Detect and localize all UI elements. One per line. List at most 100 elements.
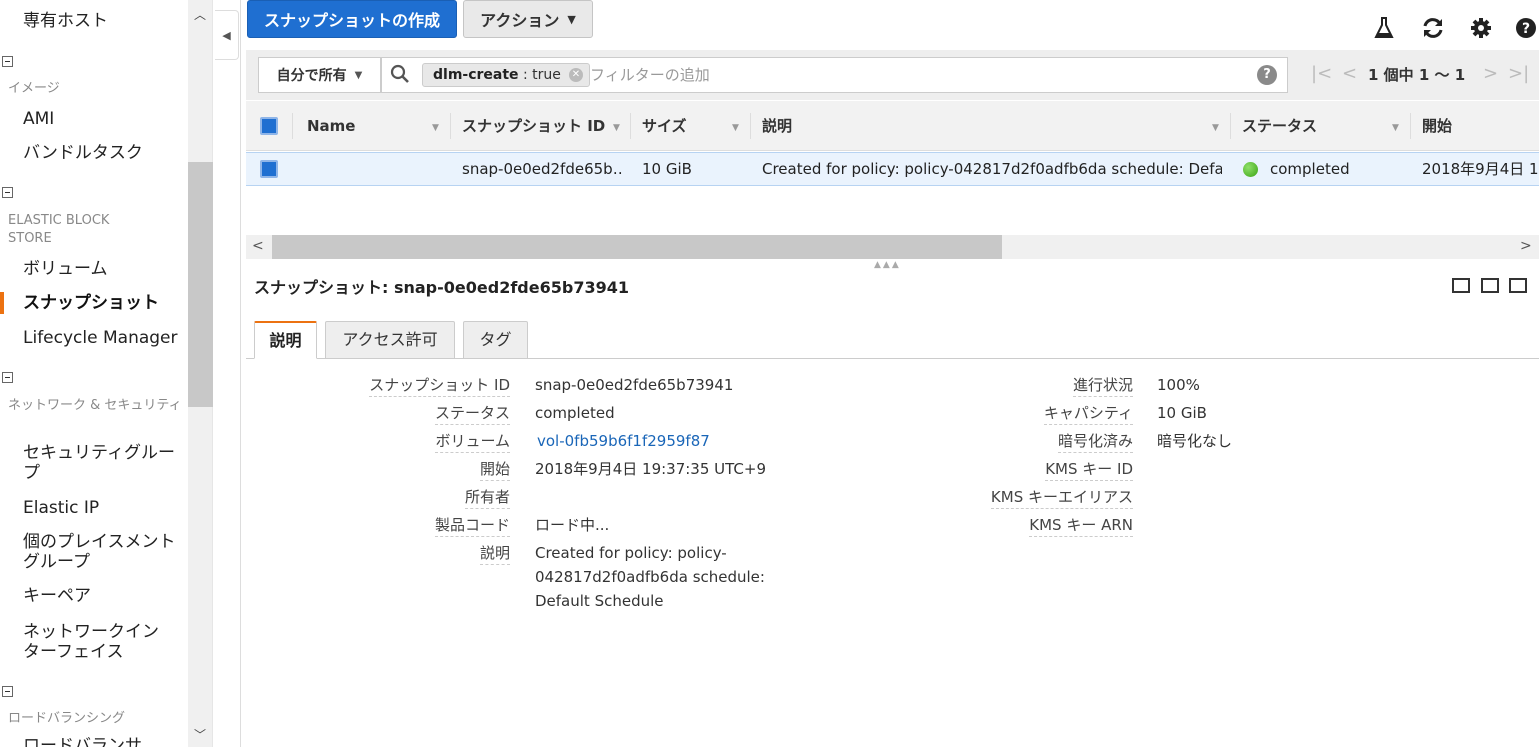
chevron-right-icon[interactable]: >: [1520, 238, 1532, 254]
cell-name: [307, 153, 447, 185]
collapse-icon[interactable]: [2, 187, 13, 198]
sidebar-item-security-groups[interactable]: セキュリティグループ: [23, 443, 183, 483]
sidebar: 専有ホスト イメージ AMI バンドルタスク ELASTIC BLOCK STO…: [0, 0, 188, 747]
column-started[interactable]: 開始: [1422, 101, 1452, 151]
sidebar-item-elastic-ip[interactable]: Elastic IP: [23, 498, 99, 518]
sidebar-section-images: イメージ: [8, 81, 60, 96]
value-started: 2018年9月4日 19:37:35 UTC+9: [535, 460, 767, 478]
sidebar-item-key-pairs[interactable]: キーペア: [23, 586, 91, 606]
flask-icon[interactable]: [1372, 16, 1396, 40]
column-name[interactable]: Name: [307, 101, 355, 151]
table-row[interactable]: snap-0e0ed2fde65b… 10 GiB Created for po…: [246, 152, 1539, 186]
chevron-down-icon[interactable]: ▼: [732, 123, 739, 133]
row-checkbox[interactable]: [260, 160, 278, 178]
chevron-left-icon[interactable]: <: [252, 238, 264, 254]
tab-tags[interactable]: タグ: [463, 321, 528, 359]
value-product-code: ロード中...: [535, 516, 610, 534]
divider: [292, 113, 293, 139]
label-status: ステータス: [434, 402, 510, 425]
help-icon[interactable]: ?: [1257, 65, 1277, 85]
select-all-checkbox[interactable]: [260, 117, 278, 135]
chevron-down-icon: ▼: [354, 69, 363, 81]
chevron-down-icon[interactable]: ﹀: [194, 726, 206, 743]
collapse-icon[interactable]: [2, 372, 13, 383]
label-encrypted: 暗号化済み: [1057, 430, 1133, 453]
sidebar-item-ami[interactable]: AMI: [23, 109, 54, 129]
scrollbar-thumb[interactable]: [188, 162, 213, 407]
chevron-down-icon[interactable]: ▼: [432, 123, 439, 133]
actions-dropdown[interactable]: アクション ▼: [463, 0, 593, 38]
last-page-icon[interactable]: >|: [1508, 63, 1529, 84]
divider: [1230, 113, 1231, 139]
value-progress: 100%: [1157, 376, 1200, 394]
search-icon: [390, 64, 410, 89]
next-page-icon[interactable]: >: [1483, 63, 1498, 84]
first-page-icon[interactable]: |<: [1311, 63, 1332, 84]
column-description[interactable]: 説明: [762, 101, 792, 151]
value-description: Created for policy: policy-042817d2f0adf…: [535, 544, 765, 610]
label-description: 説明: [479, 542, 510, 565]
pane-resize-handle[interactable]: ▲▲▲: [874, 260, 901, 270]
sidebar-section-network-security: ネットワーク & セキュリティ: [8, 398, 182, 413]
create-snapshot-button[interactable]: スナップショットの作成: [247, 0, 457, 38]
sidebar-item-network-interfaces[interactable]: ネットワークインターフェイス: [23, 622, 173, 662]
gear-icon[interactable]: [1469, 16, 1493, 40]
divider: [630, 113, 631, 139]
sidebar-item-volumes[interactable]: ボリューム: [23, 259, 108, 279]
cell-description: Created for policy: policy-042817d2f0adf…: [762, 160, 1222, 178]
status-ok-icon: [1243, 162, 1258, 177]
layout-bottom-icon[interactable]: [1452, 278, 1470, 293]
sidebar-item-placement-groups[interactable]: 個のプレイスメントグループ: [23, 532, 183, 572]
scrollbar-thumb[interactable]: [272, 235, 1002, 259]
divider: [450, 113, 451, 139]
tab-description[interactable]: 説明: [254, 321, 317, 359]
active-indicator: [0, 292, 4, 314]
column-status[interactable]: ステータス: [1242, 101, 1317, 151]
search-box[interactable]: dlm-create : true ✕ ?: [381, 57, 1288, 93]
table-horizontal-scrollbar[interactable]: < >: [246, 235, 1539, 259]
collapse-icon[interactable]: [2, 686, 13, 697]
close-icon[interactable]: ✕: [568, 68, 583, 82]
owner-filter-dropdown[interactable]: 自分で所有 ▼: [258, 57, 381, 93]
label-started: 開始: [479, 458, 510, 481]
chevron-up-icon[interactable]: ︿: [194, 6, 206, 23]
sidebar-scrollbar[interactable]: ︿ ﹀: [188, 0, 213, 747]
chevron-down-icon[interactable]: ▼: [1392, 123, 1399, 133]
volume-link[interactable]: vol-0fb59b6f1f2959f87: [537, 430, 710, 452]
table-header: Name ▼ スナップショット ID ▼ サイズ ▼ 説明 ▼ ステータス ▼ …: [246, 101, 1539, 151]
sidebar-item-dedicated-hosts[interactable]: 専有ホスト: [23, 11, 108, 31]
sidebar-item-load-balancers[interactable]: ロードバランサ: [23, 736, 142, 747]
refresh-icon[interactable]: [1421, 16, 1445, 40]
value-encrypted: 暗号化なし: [1157, 432, 1233, 450]
tab-permissions[interactable]: アクセス許可: [325, 321, 455, 359]
owner-filter-label: 自分で所有: [276, 68, 347, 84]
prev-page-icon[interactable]: <: [1342, 63, 1357, 84]
filter-bar: 自分で所有 ▼ dlm-create : true ✕ ? |< < 1 個中 1…: [246, 50, 1539, 100]
collapse-icon[interactable]: [2, 56, 13, 67]
layout-top-icon[interactable]: [1509, 278, 1527, 293]
sidebar-section-ebs: ELASTIC BLOCK STORE: [8, 213, 110, 246]
filter-chip[interactable]: dlm-create : true ✕: [422, 63, 590, 87]
sidebar-item-snapshots[interactable]: スナップショット: [23, 293, 159, 313]
chevron-down-icon[interactable]: ▼: [1212, 123, 1219, 133]
chevron-down-icon[interactable]: ▼: [613, 123, 620, 133]
pagination-text: 1 個中 1 〜 1: [1368, 66, 1466, 84]
label-kms-key-arn: KMS キー ARN: [1029, 514, 1133, 537]
label-progress: 進行状況: [1072, 374, 1133, 397]
filter-input[interactable]: [590, 64, 1190, 86]
label-product-code: 製品コード: [434, 514, 510, 537]
collapse-sidebar-button[interactable]: ◀: [215, 10, 239, 60]
cell-size: 10 GiB: [642, 160, 692, 178]
sidebar-item-lifecycle-manager[interactable]: Lifecycle Manager: [23, 328, 178, 348]
detail-title: スナップショット: snap-0e0ed2fde65b73941: [254, 278, 629, 297]
label-kms-key-id: KMS キー ID: [1045, 458, 1133, 481]
column-size[interactable]: サイズ: [642, 101, 687, 151]
sidebar-item-bundle-tasks[interactable]: バンドルタスク: [23, 143, 143, 163]
layout-split-icon[interactable]: [1481, 278, 1499, 293]
cell-status: completed: [1270, 160, 1350, 178]
column-snapshot-id[interactable]: スナップショット ID: [462, 101, 605, 151]
divider: [1410, 113, 1411, 139]
chevron-left-icon: ◀: [222, 28, 231, 42]
help-icon[interactable]: ?: [1514, 16, 1538, 40]
label-snapshot-id: スナップショット ID: [369, 374, 510, 397]
